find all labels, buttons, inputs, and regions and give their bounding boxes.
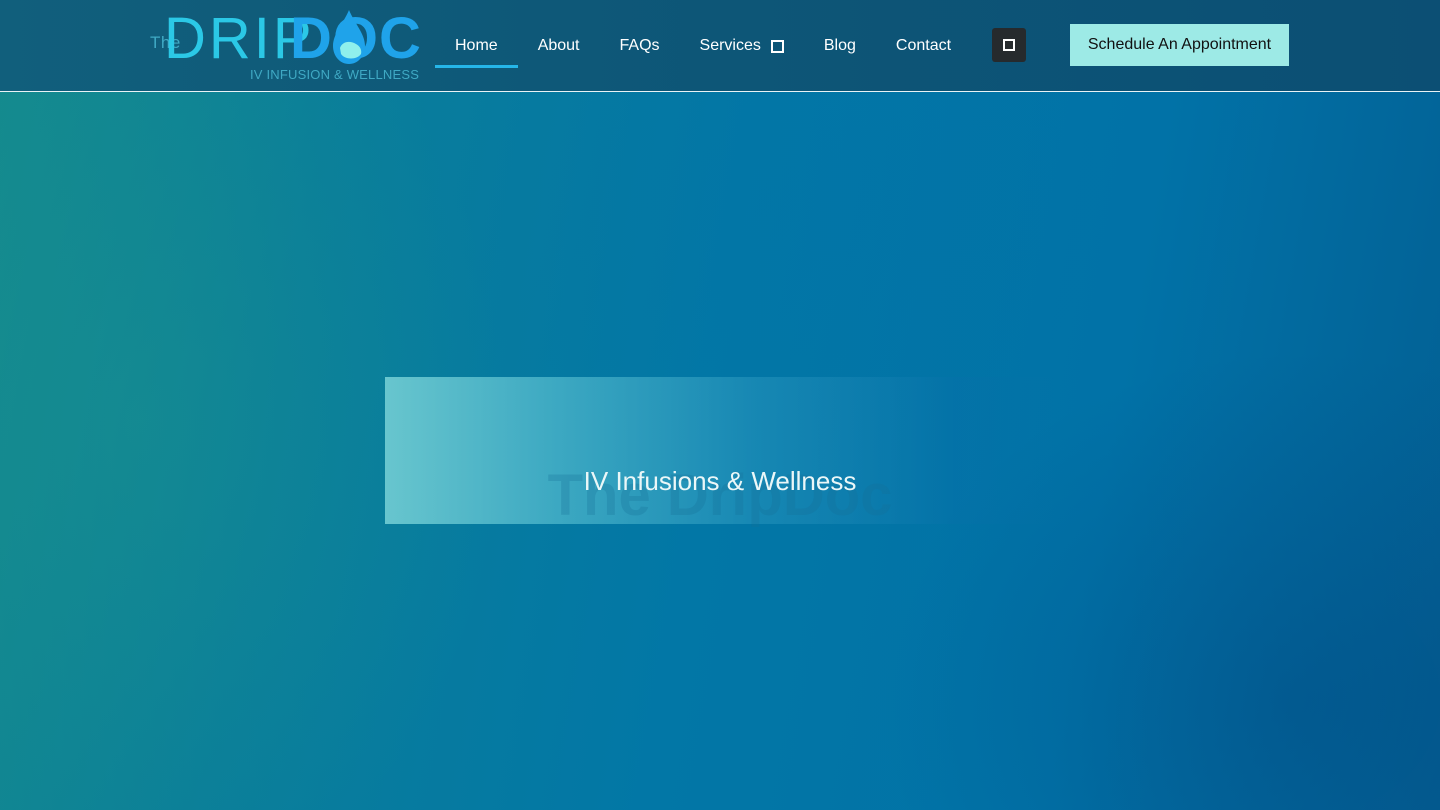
- logo-tagline: IV INFUSION & WELLNESS: [250, 67, 420, 82]
- nav-item-label: About: [537, 37, 580, 54]
- search-toggle-button[interactable]: [992, 28, 1026, 62]
- nav-item-label: FAQs: [619, 37, 660, 54]
- nav-item-services[interactable]: Services: [680, 24, 804, 68]
- dropdown-icon: [770, 39, 784, 53]
- nav-item-label: Blog: [823, 37, 856, 54]
- nav-item-label: Contact: [895, 37, 952, 54]
- water-drop-icon: [333, 10, 365, 64]
- nav-item-home[interactable]: Home: [435, 24, 518, 68]
- nav-item-blog[interactable]: Blog: [804, 24, 876, 68]
- nav-item-faqs[interactable]: FAQs: [600, 24, 680, 68]
- main-nav: Home About FAQs Services Blog Contact: [435, 24, 971, 68]
- schedule-appointment-button[interactable]: Schedule An Appointment: [1070, 24, 1289, 66]
- hero-banner: The DripDoc IV Infusions & Wellness: [385, 377, 1055, 528]
- site-logo[interactable]: The DRIP DOC IV INFUSION & WELLNESS: [150, 8, 421, 84]
- nav-item-about[interactable]: About: [518, 24, 600, 68]
- nav-item-label: Home: [455, 37, 498, 54]
- site-header: The DRIP DOC IV INFUSION & WELLNESS Home…: [0, 0, 1440, 92]
- square-icon: [1003, 39, 1015, 51]
- hero-subtitle: IV Infusions & Wellness: [583, 466, 857, 496]
- nav-item-contact[interactable]: Contact: [876, 24, 971, 68]
- nav-item-label: Services: [699, 37, 761, 54]
